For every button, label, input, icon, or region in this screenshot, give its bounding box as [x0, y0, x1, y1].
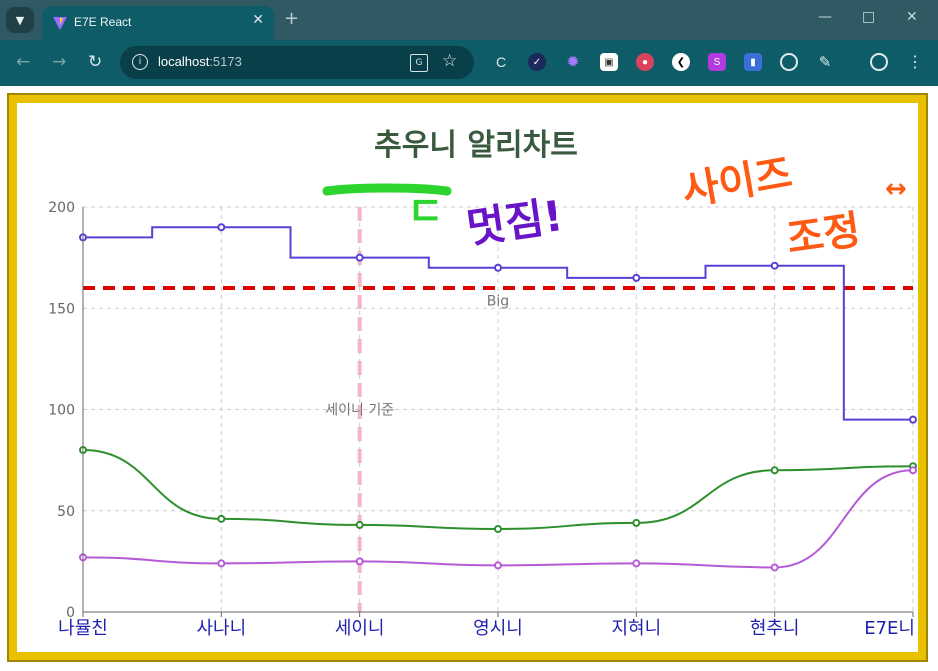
data-point — [770, 563, 779, 572]
y-tick-label: 200 — [48, 200, 75, 216]
orange-annotation-line1: 사이즈 — [679, 150, 796, 214]
extension-bug-icon[interactable]: ● — [636, 53, 654, 71]
data-point — [355, 253, 364, 262]
extension-screen-icon[interactable]: ▣ — [600, 53, 618, 71]
kebab-menu-icon[interactable]: ⋮ — [906, 53, 924, 71]
data-point — [494, 561, 502, 570]
data-point — [909, 415, 917, 424]
tab-title: E7E React — [74, 15, 132, 29]
purple-annotation: 멋짐! — [464, 191, 566, 253]
browser-titlebar: ▼ E7E React ✕ + — □ ✕ — [0, 0, 938, 40]
x-tick-label: E7E니 — [864, 618, 915, 639]
green-annotation: ㄷ — [407, 189, 444, 235]
reload-icon[interactable]: ↻ — [88, 52, 102, 72]
reference-label-big: Big — [487, 294, 509, 310]
browser-toolbar: ← → ↻ i localhost:5173 G ☆ C ✓ ✹ ▣ ● ❮ S… — [0, 40, 938, 86]
extension-target-icon[interactable] — [780, 53, 798, 71]
data-point — [217, 223, 226, 232]
y-tick-label: 50 — [57, 504, 75, 520]
series-lines — [79, 223, 917, 572]
forward-arrow-icon[interactable]: → — [52, 52, 66, 72]
x-tick-label: 나뮬친 — [58, 618, 108, 639]
extension-check-icon[interactable]: ✓ — [528, 53, 546, 71]
chevron-down-icon: ▼ — [15, 13, 25, 27]
tab-close-icon[interactable]: ✕ — [252, 12, 264, 28]
extension-tag-icon[interactable]: ▮ — [744, 53, 762, 71]
x-tick-label: 지혀니 — [611, 618, 661, 639]
extension-c-icon[interactable]: C — [492, 53, 510, 71]
browser-tab[interactable]: E7E React ✕ — [42, 6, 274, 40]
star-icon[interactable]: ☆ — [442, 51, 457, 71]
data-point — [494, 263, 502, 272]
x-tick-label: 사나니 — [196, 618, 246, 639]
new-tab-button[interactable]: + — [284, 8, 299, 29]
translate-icon[interactable]: G — [410, 54, 428, 72]
chart-frame: 추우니 알리차트 Big 세이니 기준 0 50 100 150 200 나뮬친 사나니 세이니… — [7, 93, 928, 662]
data-point — [632, 559, 641, 568]
data-point — [355, 520, 364, 529]
line-chart: 추우니 알리차트 Big세이니 기준 050100150200나뮬친 사나니 세이니… — [48, 128, 917, 639]
tab-search-button[interactable]: ▼ — [6, 7, 34, 33]
orange-arrow-icon: ↔ — [885, 174, 907, 204]
vite-logo-icon — [53, 17, 67, 30]
data-point — [217, 559, 226, 568]
maximize-icon[interactable]: □ — [862, 9, 875, 25]
minimize-icon[interactable]: — — [818, 9, 832, 25]
data-point — [632, 518, 641, 527]
x-tick-label: 영시니 — [473, 618, 523, 639]
y-tick-label: 100 — [48, 403, 75, 419]
orange-annotation-line2: 조정 — [784, 207, 863, 263]
extension-s-icon[interactable]: S — [708, 53, 726, 71]
y-tick-label: 150 — [48, 301, 75, 317]
x-tick-label: 현추니 — [750, 618, 800, 639]
data-point — [494, 524, 502, 533]
info-icon[interactable]: i — [132, 54, 148, 70]
data-point — [770, 466, 779, 475]
page-viewport: 추우니 알리차트 Big 세이니 기준 0 50 100 150 200 나뮬친 사나니 세이니… — [0, 86, 938, 671]
profile-icon[interactable] — [870, 53, 888, 71]
chart-title: 추우니 알리차트 — [374, 128, 578, 163]
back-arrow-icon[interactable]: ← — [16, 52, 30, 72]
extension-gear-icon[interactable]: ✹ — [564, 53, 582, 71]
close-window-icon[interactable]: ✕ — [906, 9, 918, 25]
data-point — [217, 514, 226, 523]
puzzle-icon[interactable]: ✎ — [816, 53, 834, 71]
url-text[interactable]: localhost:5173 — [158, 54, 242, 69]
x-tick-label: 세이니 — [335, 618, 385, 639]
data-point — [355, 557, 364, 566]
address-bar[interactable]: i localhost:5173 G ☆ — [120, 46, 474, 79]
data-point — [632, 273, 641, 282]
data-point — [909, 466, 917, 475]
reference-label-x: 세이니 기준 — [325, 403, 394, 419]
extension-arrow-icon[interactable]: ❮ — [672, 53, 690, 71]
data-point — [770, 261, 779, 270]
